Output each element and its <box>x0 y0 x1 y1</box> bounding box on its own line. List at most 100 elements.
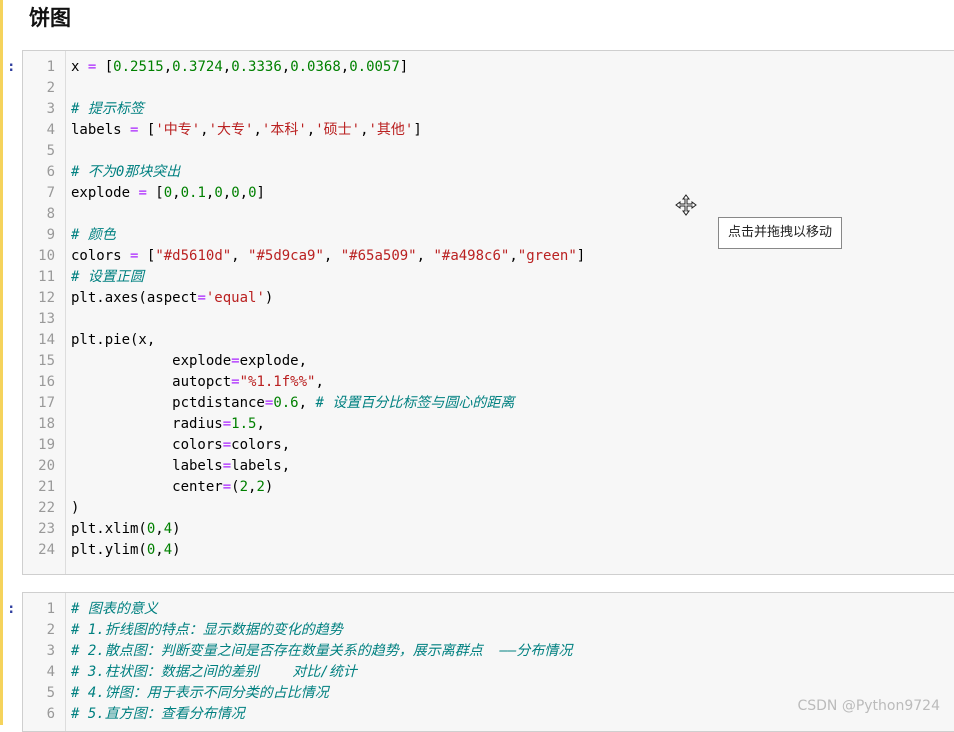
code-token: explode, <box>239 353 308 369</box>
line-number: 5 <box>46 143 55 159</box>
code-text: # 图表的意义 <box>71 599 158 620</box>
code-token: # 设置百分比标签与圆心的距离 <box>315 395 515 411</box>
code-token: 0.3724 <box>172 59 223 75</box>
code-token: "#65a509" <box>340 248 417 264</box>
code-text: plt.pie(x, <box>71 330 155 351</box>
code-token: # 2.散点图：判断变量之间是否存在数量关系的趋势，展示离群点 ——分布情况 <box>71 643 573 659</box>
code-token: [ <box>96 59 114 75</box>
code-token: labels <box>71 122 131 138</box>
code-token: ) <box>172 542 181 558</box>
code-token: , <box>306 122 316 138</box>
code-token: "#5d9ca9" <box>248 248 324 264</box>
code-token: radius <box>71 416 223 432</box>
code-text: pctdistance=0.6, # 设置百分比标签与圆心的距离 <box>71 393 514 414</box>
code-text: # 4.饼图：用于表示不同分类的占比情况 <box>71 683 329 704</box>
code-token: autopct <box>71 374 232 390</box>
code-text: autopct="%1.1f%%", <box>71 372 324 393</box>
code-token: = <box>231 374 240 390</box>
code-token: , <box>509 248 518 264</box>
code-token: labels <box>71 458 223 474</box>
code-token: # 3.柱状图：数据之间的差别 对比/统计 <box>71 664 357 680</box>
code-token: , <box>416 248 434 264</box>
code-token: 0 <box>214 185 223 201</box>
code-text: # 颜色 <box>71 225 116 246</box>
code-token: '大专' <box>208 122 254 138</box>
move-cursor-icon <box>675 194 697 216</box>
code-token: 0.0368 <box>290 59 341 75</box>
code-token: 1.5 <box>231 416 257 432</box>
line-number: 3 <box>46 101 55 117</box>
code-token: = <box>231 353 240 369</box>
code-token: 0 <box>248 185 257 201</box>
code-token: # 4.饼图：用于表示不同分类的占比情况 <box>71 685 329 701</box>
line-number: 23 <box>38 521 55 537</box>
code-token: 0.6 <box>273 395 299 411</box>
code-token: [ <box>146 185 164 201</box>
line-number: 5 <box>46 685 55 701</box>
line-number: 10 <box>38 248 55 264</box>
line-number: 2 <box>46 622 55 638</box>
code-token: # 图表的意义 <box>71 601 158 617</box>
code-text: plt.xlim(0,4) <box>71 519 181 540</box>
code-token: 0.1 <box>180 185 206 201</box>
code-token: , <box>222 185 232 201</box>
code-token: "#a498c6" <box>433 248 510 264</box>
code-token: 0.2515 <box>113 59 164 75</box>
watermark: CSDN @Python9724 <box>797 698 940 714</box>
code-token: '其他' <box>368 122 414 138</box>
code-text: x = [0.2515,0.3724,0.3336,0.0368,0.0057] <box>71 57 408 78</box>
code-token: = <box>138 185 147 201</box>
code-token: , <box>155 542 164 558</box>
code-token: [ <box>138 248 156 264</box>
code-token: ] <box>399 59 409 75</box>
line-number: 21 <box>38 479 55 495</box>
line-number: 1 <box>46 601 55 617</box>
line-number: 11 <box>38 269 55 285</box>
code-token: plt.ylim( <box>71 542 147 558</box>
code-token: explode <box>71 353 232 369</box>
code-token: # 提示标签 <box>71 101 144 117</box>
code-token: , <box>360 122 369 138</box>
code-token: 0 <box>231 185 240 201</box>
code-token: "%1.1f%%" <box>239 374 316 390</box>
cell-selection-bar <box>0 0 3 725</box>
code-token: plt.pie(x, <box>71 332 156 348</box>
line-number: 13 <box>38 311 55 327</box>
line-number: 20 <box>38 458 55 474</box>
code-text: plt.ylim(0,4) <box>71 540 181 561</box>
drag-tooltip: 点击并拖拽以移动 <box>718 217 843 249</box>
code-text: # 提示标签 <box>71 99 144 120</box>
code-token: 2 <box>256 479 265 495</box>
code-text: plt.axes(aspect='equal') <box>71 288 273 309</box>
code-token: ) <box>71 500 80 516</box>
line-number: 19 <box>38 437 55 453</box>
code-token: x <box>71 59 88 75</box>
line-number: 24 <box>38 542 55 558</box>
code-token: # 1.折线图的特点：显示数据的变化的趋势 <box>71 622 343 638</box>
code-cell-1[interactable]: 1x = [0.2515,0.3724,0.3336,0.0368,0.0057… <box>22 50 954 575</box>
line-number: 17 <box>38 395 55 411</box>
code-text: explode=explode, <box>71 351 307 372</box>
code-token: pctdistance <box>71 395 265 411</box>
line-number: 2 <box>46 80 55 96</box>
code-token: '硕士' <box>315 122 361 138</box>
code-text: # 5.直方图：查看分布情况 <box>71 704 245 725</box>
code-text: # 设置正圆 <box>71 267 144 288</box>
line-number: 6 <box>46 164 55 180</box>
code-text: colors=colors, <box>71 435 290 456</box>
line-number: 8 <box>46 206 55 222</box>
code-token: , <box>163 59 173 75</box>
code-token: , <box>253 122 262 138</box>
code-text: # 1.折线图的特点：显示数据的变化的趋势 <box>71 620 343 641</box>
line-number: 16 <box>38 374 55 390</box>
page-title: 饼图 <box>29 6 71 30</box>
code-token: ] <box>413 122 422 138</box>
code-text: center=(2,2) <box>71 477 273 498</box>
code-token: '中专' <box>155 122 201 138</box>
code-token: = <box>197 290 206 306</box>
code-token: , <box>231 248 249 264</box>
code-token: 2 <box>239 479 249 495</box>
code-token: # 5.直方图：查看分布情况 <box>71 706 245 722</box>
cell-2-prompt: : <box>7 601 16 617</box>
line-number: 3 <box>46 643 55 659</box>
